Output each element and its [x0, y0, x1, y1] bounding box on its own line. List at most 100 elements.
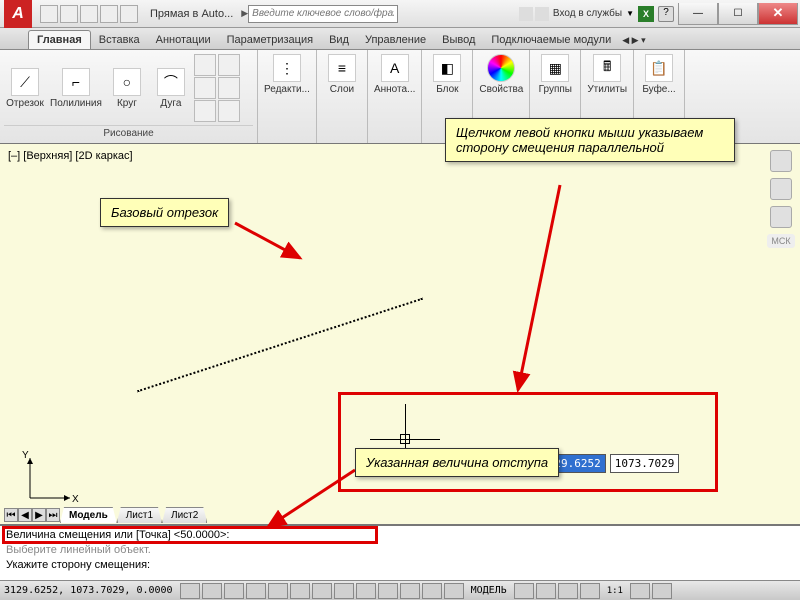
status-lock-icon[interactable] — [536, 583, 556, 599]
status-ws-icon[interactable] — [514, 583, 534, 599]
status-ann-icon[interactable] — [630, 583, 650, 599]
status-lwt-icon[interactable] — [378, 583, 398, 599]
tool-rect-icon[interactable] — [194, 54, 216, 76]
panel-title-drawing[interactable]: Рисование — [4, 125, 253, 141]
tool-props[interactable]: Свойства — [477, 52, 525, 97]
status-dyn-icon[interactable] — [356, 583, 376, 599]
tool-spline-icon[interactable] — [194, 77, 216, 99]
titlebar: A Прямая в Auto... ▶ Вход в службы ▼ X ?… — [0, 0, 800, 28]
base-segment — [137, 298, 423, 393]
signin-link[interactable]: Вход в службы — [553, 8, 622, 19]
status-hw-icon[interactable] — [558, 583, 578, 599]
search-input[interactable] — [248, 5, 398, 23]
callout-offset: Указанная величина отступа — [355, 448, 559, 477]
quick-access-toolbar — [36, 5, 142, 23]
tab-insert[interactable]: Вставка — [91, 31, 148, 49]
command-window[interactable]: Величина смещения или [Точка] <50.0000>:… — [0, 524, 800, 580]
layout-sheet2[interactable]: Лист2 — [162, 507, 207, 523]
window-title: Прямая в Auto... — [150, 8, 233, 20]
maximize-button[interactable]: ☐ — [718, 3, 758, 25]
nav-panel: МСК — [764, 150, 798, 248]
dynamic-y-field[interactable]: 1073.7029 — [610, 454, 680, 473]
svg-text:Y: Y — [22, 450, 29, 461]
line-icon: ⟋ — [11, 68, 39, 96]
tab-annotations[interactable]: Аннотации — [148, 31, 219, 49]
user-icon[interactable] — [519, 7, 533, 21]
nav-cube-icon[interactable] — [770, 206, 792, 228]
ribbon-tabs: Главная Вставка Аннотации Параметризация… — [0, 28, 800, 50]
tool-arc[interactable]: ⌒Дуга — [150, 52, 192, 125]
help-icon[interactable]: ? — [658, 6, 674, 22]
qat-undo-icon[interactable] — [100, 5, 118, 23]
tool-circle[interactable]: ○Круг — [106, 52, 148, 125]
tab-more-icon[interactable]: ◀ ▶ ▾ — [619, 32, 648, 49]
tool-polyline[interactable]: ⌐Полилиния — [48, 52, 104, 125]
tool-layers[interactable]: ≡Слои — [321, 52, 363, 97]
status-iso-icon[interactable] — [580, 583, 600, 599]
app-icon[interactable]: A — [4, 0, 32, 28]
tool-ellipse-icon[interactable] — [194, 100, 216, 122]
tool-annot[interactable]: AАннота... — [372, 52, 417, 97]
minimize-button[interactable]: — — [678, 3, 718, 25]
tool-buffer[interactable]: 📋Буфе... — [638, 52, 680, 97]
status-clean-icon[interactable] — [652, 583, 672, 599]
tool-region-icon[interactable] — [218, 100, 240, 122]
tab-output[interactable]: Вывод — [434, 31, 483, 49]
tool-line[interactable]: ⟋Отрезок — [4, 52, 46, 125]
status-qp-icon[interactable] — [422, 583, 442, 599]
annot-icon: A — [381, 54, 409, 82]
tool-util[interactable]: 🖩Утилиты — [585, 52, 629, 97]
status-coords[interactable]: 3129.6252, 1073.7029, 0.0000 — [4, 585, 179, 596]
cmd-line-1: Величина смещения или [Точка] <50.0000>: — [6, 528, 794, 543]
tool-groups[interactable]: ▦Группы — [534, 52, 576, 97]
tab-first-icon[interactable]: ⏮ — [4, 508, 18, 522]
clipboard-icon: 📋 — [645, 54, 673, 82]
qat-new-icon[interactable] — [40, 5, 58, 23]
close-button[interactable]: ✕ — [758, 3, 798, 25]
tool-edit[interactable]: ⋮Редакти... — [262, 52, 312, 97]
layout-sheet1[interactable]: Лист1 — [117, 507, 162, 523]
nav-minimize-icon[interactable] — [770, 150, 792, 172]
status-model[interactable]: МОДЕЛЬ — [465, 585, 513, 596]
nav-wcs-label[interactable]: МСК — [767, 234, 794, 248]
tab-last-icon[interactable]: ⏭ — [46, 508, 60, 522]
qat-open-icon[interactable] — [60, 5, 78, 23]
view-label[interactable]: [–] [Верхняя] [2D каркас] — [8, 150, 133, 162]
nav-home-icon[interactable] — [770, 178, 792, 200]
tab-plugins[interactable]: Подключаемые модули — [483, 31, 619, 49]
cmd-line-3: Укажите сторону смещения: — [6, 558, 794, 573]
circle-icon: ○ — [113, 68, 141, 96]
status-otrack-icon[interactable] — [312, 583, 332, 599]
tool-block[interactable]: ◧Блок — [426, 52, 468, 97]
layout-model[interactable]: Модель — [60, 507, 117, 523]
user2-icon[interactable] — [535, 7, 549, 21]
callout-side: Щелчком левой кнопки мыши указываем стор… — [445, 118, 735, 162]
status-grid-icon[interactable] — [202, 583, 222, 599]
status-polar-icon[interactable] — [246, 583, 266, 599]
tab-manage[interactable]: Управление — [357, 31, 434, 49]
ucs-icon: XY — [20, 448, 80, 508]
groups-icon: ▦ — [541, 54, 569, 82]
status-tpy-icon[interactable] — [400, 583, 420, 599]
status-ducs-icon[interactable] — [334, 583, 354, 599]
tab-home[interactable]: Главная — [28, 30, 91, 49]
layers-icon: ≡ — [328, 54, 356, 82]
tab-view[interactable]: Вид — [321, 31, 357, 49]
status-3dosnap-icon[interactable] — [290, 583, 310, 599]
qat-save-icon[interactable] — [80, 5, 98, 23]
status-snap-icon[interactable] — [180, 583, 200, 599]
tab-prev-icon[interactable]: ◀ — [18, 508, 32, 522]
status-bar: 3129.6252, 1073.7029, 0.0000 МОДЕЛЬ 1:1 — [0, 580, 800, 600]
exchange-icon[interactable]: X — [638, 6, 654, 22]
status-sc-icon[interactable] — [444, 583, 464, 599]
util-icon: 🖩 — [593, 54, 621, 82]
tool-point-icon[interactable] — [218, 77, 240, 99]
status-osnap-icon[interactable] — [268, 583, 288, 599]
tool-hatch-icon[interactable] — [218, 54, 240, 76]
tab-parametrization[interactable]: Параметризация — [219, 31, 321, 49]
status-ortho-icon[interactable] — [224, 583, 244, 599]
status-scale[interactable]: 1:1 — [601, 586, 629, 596]
tab-next-icon[interactable]: ▶ — [32, 508, 46, 522]
qat-redo-icon[interactable] — [120, 5, 138, 23]
layout-tabs: ⏮ ◀ ▶ ⏭ Модель Лист1 Лист2 — [4, 506, 207, 524]
